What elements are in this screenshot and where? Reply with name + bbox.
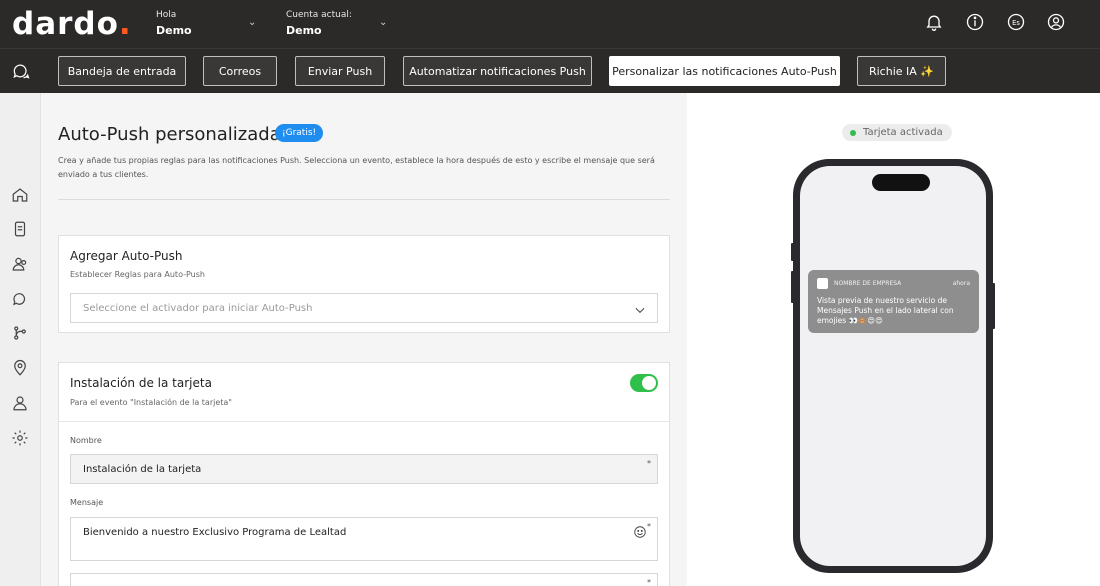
message-field[interactable]: Bienvenido a nuestro Exclusivo Programa …	[70, 517, 658, 561]
select-placeholder: Seleccione el activador para iniciar Aut…	[83, 303, 313, 314]
sidebar	[0, 93, 41, 586]
card-install-rule-card: Instalación de la tarjeta Para el evento…	[58, 362, 670, 586]
next-field[interactable]: *	[70, 573, 658, 586]
phone-screen	[800, 166, 986, 566]
chat-icon[interactable]	[11, 290, 29, 308]
push-notification-preview: NOMBRE DE EMPRESA ahora Vista previa de …	[808, 270, 979, 333]
greeting-name: Demo	[156, 24, 192, 37]
bell-icon[interactable]	[924, 12, 944, 32]
emoji-icon[interactable]	[633, 524, 647, 538]
nav-bar: Bandeja de entrada Correos Enviar Push A…	[0, 48, 1100, 93]
notification-time: ahora	[952, 280, 970, 287]
dardo-logo[interactable]: dardo.	[12, 6, 132, 42]
name-label: Nombre	[70, 436, 102, 445]
card-title: Agregar Auto-Push	[70, 249, 183, 263]
message-label: Mensaje	[70, 498, 104, 507]
nav-button-send-push[interactable]: Enviar Push	[295, 56, 385, 86]
phone-notch	[872, 174, 930, 191]
trigger-select[interactable]: Seleccione el activador para iniciar Aut…	[70, 293, 658, 323]
notification-body: Vista previa de nuestro servicio de Mens…	[817, 296, 954, 325]
nav-button-automate-push[interactable]: Automatizar notificaciones Push	[403, 56, 592, 86]
gear-icon[interactable]	[11, 429, 29, 447]
account-block[interactable]: Cuenta actual: Demo	[286, 10, 352, 37]
chevron-down-icon[interactable]: ⌄	[248, 17, 256, 28]
name-value: Instalación de la tarjeta	[83, 464, 202, 475]
greeting-block[interactable]: Hola Demo	[156, 10, 192, 37]
nav-button-inbox[interactable]: Bandeja de entrada	[58, 56, 186, 86]
message-value: Bienvenido a nuestro Exclusivo Programa …	[83, 527, 347, 538]
card-icon[interactable]	[11, 220, 29, 238]
enable-toggle[interactable]	[630, 374, 658, 392]
top-header: dardo. Hola Demo ⌄ Cuenta actual: Demo ⌄…	[0, 0, 1100, 48]
notification-company: NOMBRE DE EMPRESA	[834, 280, 902, 287]
card-subtitle: Para el evento "Instalación de la tarjet…	[70, 398, 232, 407]
greeting-label: Hola	[156, 10, 177, 20]
language-icon[interactable]: Es	[1006, 12, 1026, 32]
required-mark: *	[647, 578, 651, 586]
chevron-down-icon	[633, 302, 647, 316]
person-icon[interactable]	[11, 394, 29, 412]
card-separator	[59, 421, 669, 422]
phone-mockup	[793, 159, 993, 573]
main-content: Auto-Push personalizada ¡Gratis! Crea y …	[41, 93, 687, 586]
page-title: Auto-Push personalizada	[58, 124, 281, 145]
account-label: Cuenta actual:	[286, 10, 352, 20]
name-field[interactable]: Instalación de la tarjeta *	[70, 454, 658, 484]
free-badge: ¡Gratis!	[275, 124, 324, 142]
required-mark: *	[647, 522, 651, 531]
preview-panel: Tarjeta activada NOMBRE DE EMPRESA ahora…	[687, 93, 1100, 586]
info-icon[interactable]	[965, 12, 985, 32]
add-auto-push-card: Agregar Auto-Push Establecer Reglas para…	[58, 235, 670, 333]
status-dot	[850, 129, 856, 136]
chevron-down-icon[interactable]: ⌄	[379, 17, 387, 28]
status-text: Tarjeta activada	[863, 127, 943, 138]
location-icon[interactable]	[11, 359, 29, 377]
flow-icon[interactable]	[11, 324, 29, 342]
account-name: Demo	[286, 24, 322, 37]
home-icon[interactable]	[11, 186, 29, 204]
nav-button-customize-auto-push[interactable]: Personalizar las notificaciones Auto-Pus…	[609, 56, 840, 86]
chat-icon[interactable]	[11, 61, 31, 81]
app-icon	[817, 278, 828, 289]
status-badge: Tarjeta activada	[842, 124, 952, 141]
nav-button-emails[interactable]: Correos	[203, 56, 277, 86]
language-badge-text: Es	[1012, 19, 1020, 27]
card-title: Instalación de la tarjeta	[70, 376, 212, 390]
users-icon[interactable]	[11, 255, 29, 273]
divider	[58, 199, 670, 200]
required-mark: *	[647, 459, 651, 468]
card-subtitle: Establecer Reglas para Auto-Push	[70, 270, 205, 279]
page-description: Crea y añade tus propias reglas para las…	[58, 156, 655, 179]
nav-button-richie-ia[interactable]: Richie IA ✨	[857, 56, 946, 86]
user-icon[interactable]	[1046, 12, 1066, 32]
toggle-knob	[642, 376, 656, 390]
